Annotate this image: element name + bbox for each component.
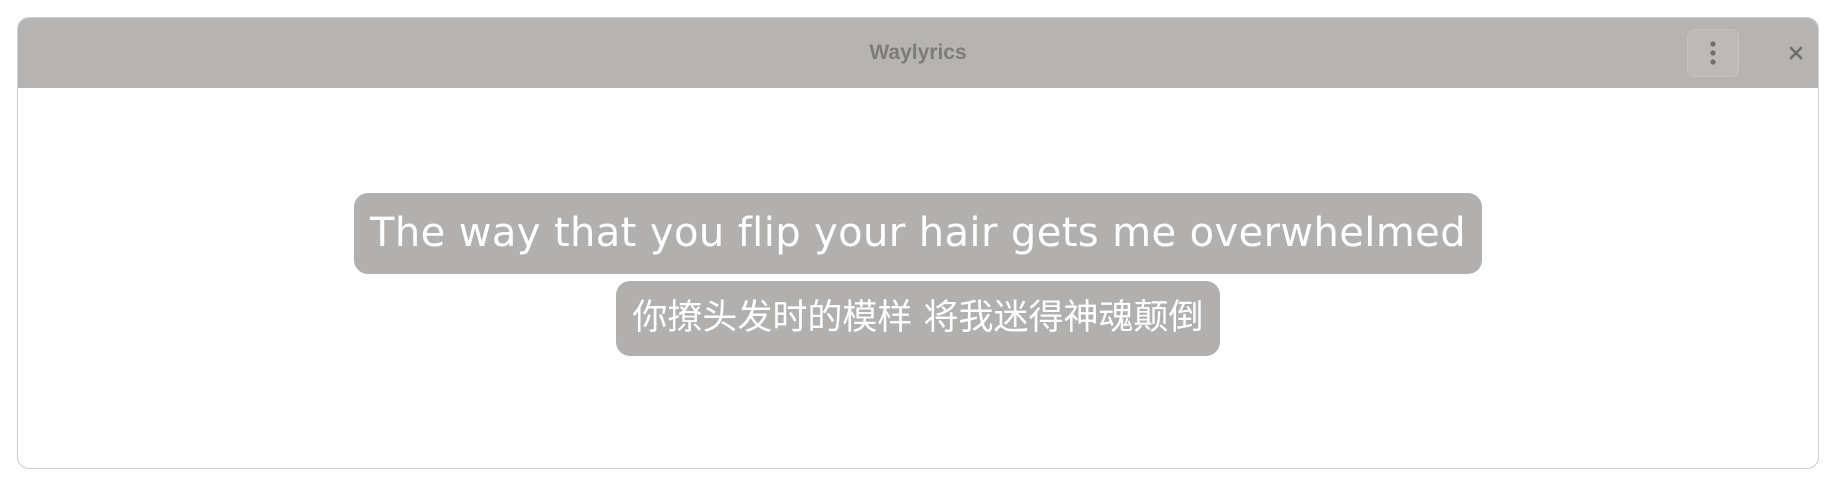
current-lyric-text: The way that you flip your hair gets me … <box>354 193 1482 274</box>
vertical-ellipsis-icon <box>1709 40 1717 66</box>
title-bar[interactable]: Waylyrics <box>18 18 1818 88</box>
app-window: Waylyrics The way that you flip your hai… <box>17 17 1819 469</box>
lyrics-area: The way that you flip your hair gets me … <box>18 88 1818 468</box>
close-button[interactable] <box>1778 35 1814 71</box>
close-icon <box>1789 46 1803 60</box>
lyric-line-translation: 你撩头发时的模样 将我迷得神魂颠倒 <box>18 281 1818 356</box>
lyric-line-current: The way that you flip your hair gets me … <box>18 193 1818 274</box>
menu-button[interactable] <box>1687 29 1739 77</box>
translated-lyric-text: 你撩头发时的模样 将我迷得神魂颠倒 <box>616 281 1220 356</box>
window-title: Waylyrics <box>869 41 967 64</box>
